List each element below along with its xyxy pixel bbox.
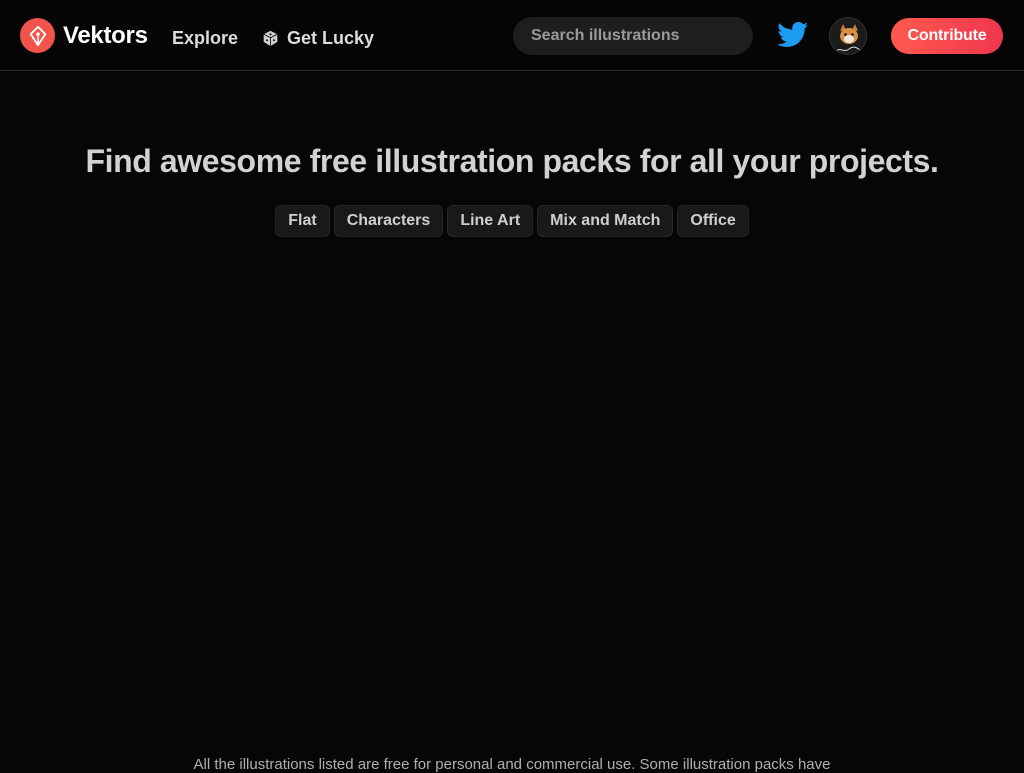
tag-office[interactable]: Office xyxy=(677,205,749,237)
hero-title: Find awesome free illustration packs for… xyxy=(85,143,939,179)
category-tags: Flat Characters Line Art Mix and Match O… xyxy=(0,205,1024,237)
tag-characters[interactable]: Characters xyxy=(333,205,444,237)
avatar[interactable] xyxy=(829,17,867,55)
contribute-button[interactable]: Contribute xyxy=(891,18,1003,54)
nav-get-lucky-label: Get Lucky xyxy=(287,28,375,48)
dice-icon xyxy=(263,30,278,47)
top-navbar: Vektors Explore Get Lucky Search illustr… xyxy=(0,0,1024,71)
nav-explore-link[interactable]: Explore xyxy=(172,28,238,49)
tag-mix-and-match[interactable]: Mix and Match xyxy=(537,205,674,237)
search-input[interactable] xyxy=(529,26,752,46)
search-bar xyxy=(513,17,753,55)
brand-logo-link[interactable]: Vektors xyxy=(20,18,148,53)
vektors-logo-icon xyxy=(20,18,55,53)
twitter-icon[interactable] xyxy=(777,22,809,48)
tag-flat[interactable]: Flat xyxy=(275,205,330,237)
nav-get-lucky-link[interactable]: Get Lucky xyxy=(262,28,374,49)
avatar-image xyxy=(830,18,866,54)
license-note: All the illustrations listed are free fo… xyxy=(193,756,831,773)
brand-name: Vektors xyxy=(63,21,148,49)
tag-line-art[interactable]: Line Art xyxy=(447,205,534,237)
